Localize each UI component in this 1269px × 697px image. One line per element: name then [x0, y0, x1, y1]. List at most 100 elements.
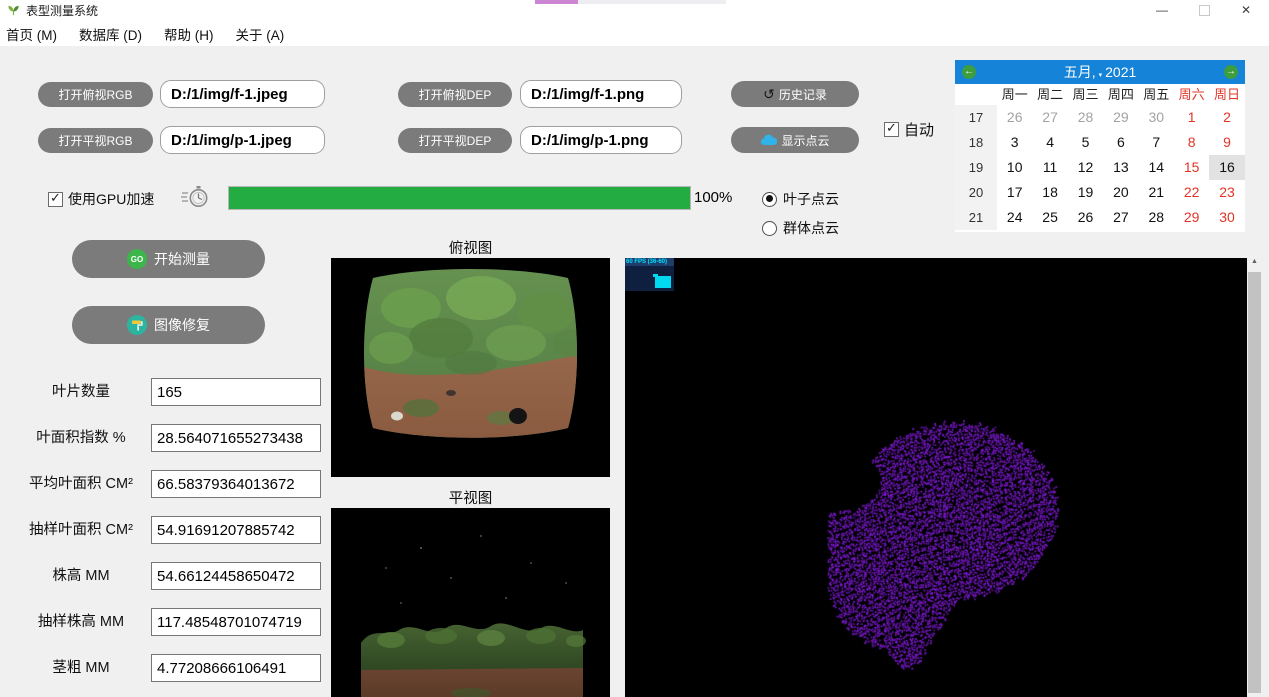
field-value-input[interactable]	[151, 562, 321, 590]
open-top-dep-button[interactable]: 打开俯视DEP	[398, 82, 512, 107]
close-button[interactable]: ✕	[1225, 0, 1267, 22]
calendar-day-cell[interactable]: 9	[1209, 130, 1244, 155]
minimize-button[interactable]: —	[1141, 0, 1183, 22]
calendar-day-cell[interactable]: 1	[1174, 105, 1209, 130]
group-cloud-radio[interactable]	[762, 221, 777, 236]
app-window: 表型测量系统 — ✕ 首页 (M) 数据库 (D) 帮助 (H) 关于 (A) …	[0, 0, 1269, 697]
field-value-input[interactable]	[151, 654, 321, 682]
calendar-day-cell[interactable]: 18	[1032, 180, 1067, 205]
progress-bar	[228, 186, 691, 210]
open-side-dep-button[interactable]: 打开平视DEP	[398, 128, 512, 153]
calendar-day-cell[interactable]: 17	[997, 180, 1032, 205]
calendar-day-cell[interactable]: 7	[1139, 130, 1174, 155]
scroll-up-arrow[interactable]: ▲	[1247, 255, 1262, 268]
maximize-button[interactable]	[1183, 0, 1225, 22]
calendar-day-cell[interactable]: 4	[1032, 130, 1067, 155]
leaf-cloud-radio-label: 叶子点云	[783, 189, 839, 209]
calendar-day-cell[interactable]: 27	[1103, 205, 1138, 230]
calendar-day-cell[interactable]: 5	[1068, 130, 1103, 155]
gpu-checkbox[interactable]	[48, 192, 63, 207]
calendar-day-cell[interactable]: 29	[1103, 105, 1138, 130]
calendar-day-cell[interactable]: 25	[1032, 205, 1067, 230]
pointcloud-canvas[interactable]	[625, 258, 1247, 697]
calendar-day-cell[interactable]: 27	[1032, 105, 1067, 130]
show-pointcloud-button[interactable]: 显示点云	[731, 127, 859, 153]
calendar-corner-cell	[955, 84, 997, 105]
calendar-day-cell[interactable]: 6	[1103, 130, 1138, 155]
calendar-day-cell[interactable]: 23	[1209, 180, 1244, 205]
field-row: 叶片数量	[0, 378, 330, 406]
app-sprout-icon	[6, 3, 21, 18]
show-pointcloud-button-label: 显示点云	[781, 132, 829, 149]
calendar-day-cell[interactable]: 15	[1174, 155, 1209, 180]
calendar-day-cell[interactable]: 26	[997, 105, 1032, 130]
field-row: 茎粗 MM	[0, 654, 330, 682]
menu-item-database[interactable]: 数据库 (D)	[68, 24, 153, 44]
image-repair-button[interactable]: 图像修复	[72, 306, 265, 344]
field-value-input[interactable]	[151, 378, 321, 406]
group-cloud-radio-label: 群体点云	[783, 218, 839, 238]
calendar-day-cell[interactable]: 21	[1139, 180, 1174, 205]
gpu-check-row: 使用GPU加速	[48, 189, 154, 209]
calendar-day-cell[interactable]: 19	[1068, 180, 1103, 205]
calendar-day-cell[interactable]: 24	[997, 205, 1032, 230]
calendar-day-cell[interactable]: 10	[997, 155, 1032, 180]
title-strip-gray	[578, 0, 726, 4]
side-dep-path-input[interactable]	[520, 126, 682, 154]
calendar-day-cell[interactable]: 11	[1032, 155, 1067, 180]
calendar-day-cell[interactable]: 2	[1209, 105, 1244, 130]
calendar-prev-icon[interactable]: ←	[962, 65, 976, 79]
calendar-year-label[interactable]: 2021	[1105, 64, 1136, 80]
calendar-day-cell[interactable]: 16	[1209, 155, 1244, 180]
calendar-week-number: 17	[955, 105, 997, 130]
calendar-next-icon[interactable]: →	[1224, 65, 1238, 79]
fps-graph-spike	[653, 274, 658, 277]
calendar-day-cell[interactable]: 12	[1068, 155, 1103, 180]
field-label: 叶片数量	[16, 378, 146, 406]
menu-item-home[interactable]: 首页 (M)	[0, 24, 68, 44]
calendar-day-cell[interactable]: 3	[997, 130, 1032, 155]
calendar-day-cell[interactable]: 28	[1068, 105, 1103, 130]
history-button[interactable]: ↺ 历史记录	[731, 81, 859, 107]
menu-item-help[interactable]: 帮助 (H)	[153, 24, 225, 44]
open-side-rgb-button[interactable]: 打开平视RGB	[38, 128, 153, 153]
calendar-day-cell[interactable]: 14	[1139, 155, 1174, 180]
field-value-input[interactable]	[151, 516, 321, 544]
calendar-day-cell[interactable]: 26	[1068, 205, 1103, 230]
field-value-input[interactable]	[151, 470, 321, 498]
menu-item-about[interactable]: 关于 (A)	[225, 24, 296, 44]
calendar-day-cell[interactable]: 22	[1174, 180, 1209, 205]
menu-bar: 首页 (M) 数据库 (D) 帮助 (H) 关于 (A)	[0, 22, 1269, 46]
calendar-month-label[interactable]: 五月,	[1064, 62, 1096, 82]
calendar-day-cell[interactable]: 29	[1174, 205, 1209, 230]
pointcloud-viewport[interactable]: 60 FPS (36-60)	[625, 258, 1247, 697]
calendar-day-header: 周二	[1032, 84, 1067, 105]
calendar-day-cell[interactable]: 13	[1103, 155, 1138, 180]
top-view-title: 俯视图	[331, 237, 610, 258]
auto-check-row: 自动	[884, 119, 934, 140]
top-dep-path-input[interactable]	[520, 80, 682, 108]
leaf-cloud-radio[interactable]	[762, 192, 777, 207]
calendar-day-cell[interactable]: 20	[1103, 180, 1138, 205]
calendar-day-cell[interactable]: 28	[1139, 205, 1174, 230]
auto-checkbox-label: 自动	[904, 119, 934, 140]
field-value-input[interactable]	[151, 424, 321, 452]
stopwatch-icon	[181, 184, 209, 211]
calendar-day-cell[interactable]: 8	[1174, 130, 1209, 155]
title-bar: 表型测量系统 — ✕	[0, 0, 1269, 22]
field-value-input[interactable]	[151, 608, 321, 636]
top-rgb-path-input[interactable]	[160, 80, 325, 108]
auto-checkbox[interactable]	[884, 122, 899, 137]
open-top-rgb-button[interactable]: 打开俯视RGB	[38, 82, 153, 107]
start-measure-button[interactable]: GO 开始测量	[72, 240, 265, 278]
side-rgb-path-input[interactable]	[160, 126, 325, 154]
field-row: 抽样叶面积 CM²	[0, 516, 330, 544]
field-label: 抽样株高 MM	[16, 608, 146, 636]
calendar-week-number: 20	[955, 180, 997, 205]
scrollbar-thumb[interactable]	[1248, 272, 1261, 693]
calendar-day-cell[interactable]: 30	[1209, 205, 1244, 230]
vertical-scrollbar[interactable]: ▲	[1247, 255, 1262, 697]
calendar-day-cell[interactable]: 30	[1139, 105, 1174, 130]
title-strip-purple	[535, 0, 578, 4]
field-row: 抽样株高 MM	[0, 608, 330, 636]
